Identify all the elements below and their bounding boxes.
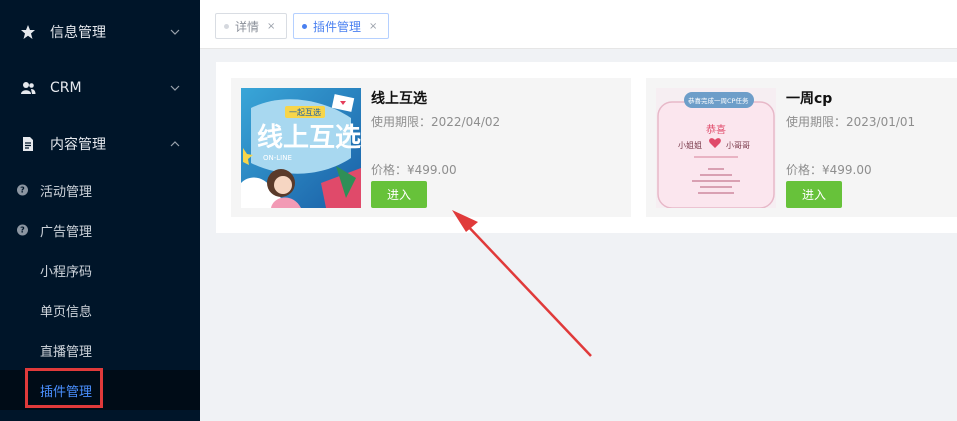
chevron-down-icon	[170, 85, 180, 91]
thumb-big-text: 线上互选	[257, 123, 361, 153]
menu-group-label: CRM	[50, 80, 82, 96]
plugin-card: 线上互选 一起互选 ON-LINE 线上互选 使用期限：2022/04/02 价…	[231, 78, 631, 217]
close-icon[interactable]: ×	[267, 21, 275, 32]
sidebar-item-label: 插件管理	[40, 384, 93, 400]
chevron-up-icon	[170, 141, 180, 147]
enter-button[interactable]: 进入	[786, 181, 842, 208]
plugin-price: 价格：¥499.00	[786, 163, 872, 177]
question-circle-icon: ?	[17, 224, 28, 236]
thumb-header: 恭喜完成一周CP任务	[688, 96, 749, 105]
sidebar-item-label: 直播管理	[40, 344, 93, 360]
plugin-expiry: 使用期限：2023/01/01	[786, 115, 916, 129]
tab-dot	[224, 23, 229, 29]
sidebar-item-label: 广告管理	[40, 224, 93, 240]
menu-group-crm[interactable]: CRM	[0, 60, 200, 116]
tab-details[interactable]: 详情 ×	[215, 13, 287, 39]
thumb-right: 小哥哥	[726, 141, 750, 150]
thumb-title: 恭喜	[706, 123, 726, 136]
sidebar-item-ads[interactable]: ? 广告管理	[0, 210, 200, 250]
plugin-name: 线上互选	[371, 91, 427, 107]
menu-group-info[interactable]: 信息管理	[0, 4, 200, 60]
enter-button[interactable]: 进入	[371, 181, 427, 208]
question-circle-icon: ?	[17, 184, 28, 196]
sidebar-item-single-page[interactable]: 单页信息	[0, 290, 200, 330]
sidebar-item-activity[interactable]: ? 活动管理	[0, 170, 200, 210]
menu-group-label: 信息管理	[50, 25, 106, 41]
sidebar-item-label: 小程序码	[40, 264, 93, 280]
plugin-thumbnail: 线上互选 一起互选 ON-LINE	[241, 88, 361, 208]
sidebar-item-plugins[interactable]: 插件管理	[0, 370, 200, 410]
plugin-thumbnail: 恭喜完成一周CP任务 恭喜 小姐姐 小哥哥	[656, 88, 776, 208]
sidebar: 信息管理 CRM 内容管理 ? 活动管理 ? 广告管理 小程序码 单页信息 直播…	[0, 0, 200, 421]
plugin-card: 恭喜完成一周CP任务 恭喜 小姐姐 小哥哥 一周cp 使用期限：2023/01/…	[646, 78, 957, 217]
thumb-left: 小姐姐	[678, 140, 702, 150]
sidebar-item-live[interactable]: 直播管理	[0, 330, 200, 370]
tab-plugins[interactable]: 插件管理 ×	[293, 13, 389, 39]
sidebar-item-label: 单页信息	[40, 304, 93, 320]
menu-group-content[interactable]: 内容管理	[0, 116, 200, 172]
document-icon	[23, 137, 33, 151]
sidebar-item-label: 活动管理	[40, 184, 93, 200]
tab-label: 详情	[235, 19, 260, 34]
menu-group-label: 内容管理	[50, 137, 106, 153]
users-icon	[21, 82, 36, 94]
tab-bar: 详情 × 插件管理 ×	[200, 0, 957, 49]
tab-label: 插件管理	[313, 19, 362, 34]
plugin-price: 价格：¥499.00	[371, 163, 457, 177]
tab-dot	[302, 23, 307, 29]
plugin-name: 一周cp	[786, 91, 833, 107]
thumb-sub: ON-LINE	[263, 154, 292, 162]
plugin-expiry: 使用期限：2022/04/02	[371, 115, 501, 129]
close-icon[interactable]: ×	[369, 21, 377, 32]
thumb-ribbon: 一起互选	[289, 107, 321, 117]
sidebar-item-miniprogram-code[interactable]: 小程序码	[0, 250, 200, 290]
chevron-down-icon	[170, 29, 180, 35]
star-icon	[21, 25, 35, 39]
